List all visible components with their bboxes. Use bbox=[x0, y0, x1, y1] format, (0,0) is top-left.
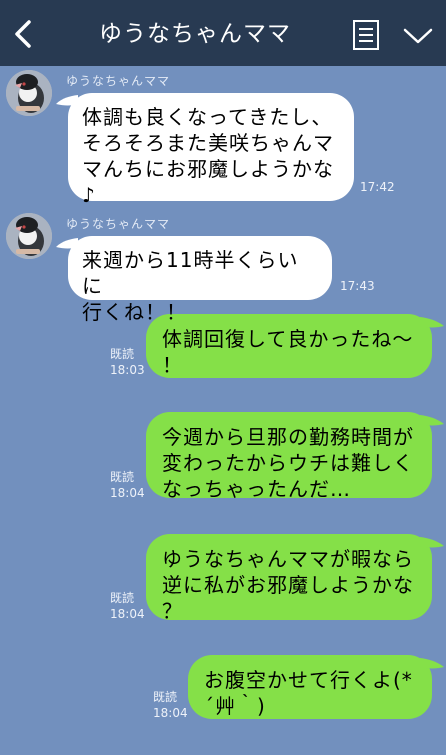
bubble-tail bbox=[56, 95, 78, 106]
message-bubble-outgoing[interactable]: 今週から旦那の勤務時間が 変わったからウチは難しく なっちゃったんだ… bbox=[146, 412, 432, 501]
message-time: 18:04 bbox=[110, 486, 145, 500]
message-meta: 既読 18:04 bbox=[110, 590, 145, 622]
back-button[interactable] bbox=[10, 17, 36, 51]
read-receipt: 既読 bbox=[110, 470, 135, 484]
notes-icon bbox=[353, 20, 379, 50]
bubble-tail bbox=[420, 415, 444, 426]
bubble-tail bbox=[56, 238, 78, 249]
message-time: 18:04 bbox=[110, 607, 145, 621]
message-text: 体調も良くなってきたし、 そろそろまた美咲ちゃんマ マんちにお邪魔しようかな ♪ bbox=[82, 105, 334, 207]
sender-name: ゆうなちゃんママ bbox=[66, 74, 171, 88]
sender-name: ゆうなちゃんママ bbox=[66, 217, 171, 231]
message-time: 18:03 bbox=[110, 363, 145, 377]
message-bubble-incoming[interactable]: 体調も良くなってきたし、 そろそろまた美咲ちゃんマ マんちにお邪魔しようかな ♪ bbox=[68, 93, 354, 207]
bird-avatar-icon bbox=[6, 213, 52, 259]
message-meta: 既読 18:04 bbox=[153, 689, 188, 721]
message-meta: 既読 18:04 bbox=[110, 469, 145, 501]
chevron-down-icon bbox=[403, 28, 433, 44]
message-time: 17:42 bbox=[360, 180, 395, 194]
chevron-left-icon bbox=[15, 20, 31, 48]
chat-header: ゆうなちゃんママ bbox=[0, 0, 446, 66]
bubble-tail bbox=[420, 537, 444, 548]
message-time: 17:43 bbox=[340, 279, 375, 293]
avatar[interactable] bbox=[6, 213, 52, 259]
message-bubble-outgoing[interactable]: ゆうなちゃんママが暇なら 逆に私がお邪魔しようかな ？ bbox=[146, 534, 432, 623]
avatar[interactable] bbox=[6, 70, 52, 116]
read-receipt: 既読 bbox=[110, 347, 135, 361]
bubble-tail bbox=[420, 658, 444, 669]
message-bubble-incoming[interactable]: 来週から11時半くらいに 行くね！！ bbox=[68, 236, 332, 324]
bird-avatar-icon bbox=[6, 70, 52, 116]
message-text: 今週から旦那の勤務時間が 変わったからウチは難しく なっちゃったんだ… bbox=[162, 425, 414, 501]
notes-button[interactable] bbox=[352, 19, 380, 51]
message-text: お腹空かせて行くよ(* ´艸｀) bbox=[204, 668, 413, 718]
message-bubble-outgoing[interactable]: お腹空かせて行くよ(* ´艸｀) bbox=[188, 655, 432, 719]
chat-title: ゆうなちゃんママ bbox=[99, 21, 291, 47]
message-text: 体調回復して良かったね〜 ！ bbox=[162, 327, 414, 377]
message-time: 18:04 bbox=[153, 706, 188, 720]
bubble-tail bbox=[420, 317, 444, 328]
dropdown-button[interactable] bbox=[401, 24, 435, 48]
read-receipt: 既読 bbox=[153, 690, 178, 704]
message-meta: 既読 18:03 bbox=[110, 346, 145, 378]
read-receipt: 既読 bbox=[110, 591, 135, 605]
message-text: 来週から11時半くらいに 行くね！！ bbox=[82, 248, 299, 324]
message-text: ゆうなちゃんママが暇なら 逆に私がお邪魔しようかな ？ bbox=[162, 547, 414, 623]
